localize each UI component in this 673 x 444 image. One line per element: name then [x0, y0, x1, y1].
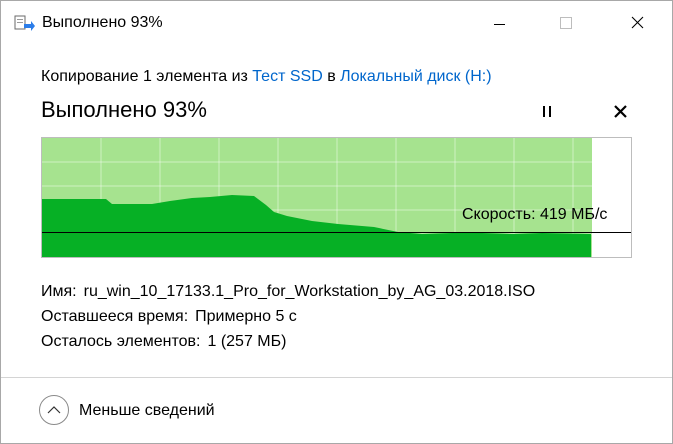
time-label: Оставшееся время: — [41, 308, 189, 325]
copy-details: Имя: ru_win_10_17133.1_Pro_for_Workstatio… — [41, 279, 535, 354]
items-row: Осталось элементов: 1 (257 МБ) — [41, 329, 535, 354]
copy-middle: в — [327, 68, 336, 85]
file-copy-icon — [14, 15, 36, 33]
time-value: Примерно 5 с — [195, 308, 297, 325]
less-details-label: Меньше сведений — [79, 402, 215, 419]
speed-graph — [41, 137, 632, 258]
name-row: Имя: ru_win_10_17133.1_Pro_for_Workstatio… — [41, 279, 535, 304]
copy-prefix: Копирование 1 элемента из — [41, 68, 248, 85]
close-icon — [631, 16, 644, 29]
less-details-button[interactable]: Меньше сведений — [39, 395, 249, 427]
name-label: Имя: — [41, 283, 77, 300]
items-label: Осталось элементов: — [41, 333, 201, 350]
chevron-up-icon — [39, 395, 69, 425]
copy-progress-window: Выполнено 93% Копирование 1 элемента из … — [0, 0, 673, 444]
speed-label: Скорость: 419 МБ/с — [462, 206, 608, 223]
items-value: 1 (257 МБ) — [207, 333, 287, 350]
pause-icon — [543, 106, 551, 117]
time-row: Оставшееся время: Примерно 5 с — [41, 304, 535, 329]
window-title: Выполнено 93% — [42, 14, 163, 31]
minimize-button[interactable] — [471, 1, 529, 46]
footer-divider — [1, 377, 672, 378]
destination-link[interactable]: Локальный диск (H:) — [340, 68, 491, 85]
maximize-icon — [560, 17, 572, 29]
minimize-icon — [494, 24, 505, 25]
close-button[interactable] — [610, 1, 668, 46]
pause-button[interactable] — [533, 99, 561, 125]
title-bar[interactable]: Выполнено 93% — [1, 1, 672, 46]
cancel-button[interactable] — [607, 99, 635, 125]
cancel-icon — [614, 105, 627, 118]
source-link[interactable]: Тест SSD — [252, 68, 322, 85]
copy-description: Копирование 1 элемента из Тест SSD в Лок… — [41, 68, 492, 86]
maximize-button[interactable] — [537, 1, 595, 46]
name-value: ru_win_10_17133.1_Pro_for_Workstation_by… — [83, 283, 536, 300]
progress-headline: Выполнено 93% — [41, 97, 207, 122]
